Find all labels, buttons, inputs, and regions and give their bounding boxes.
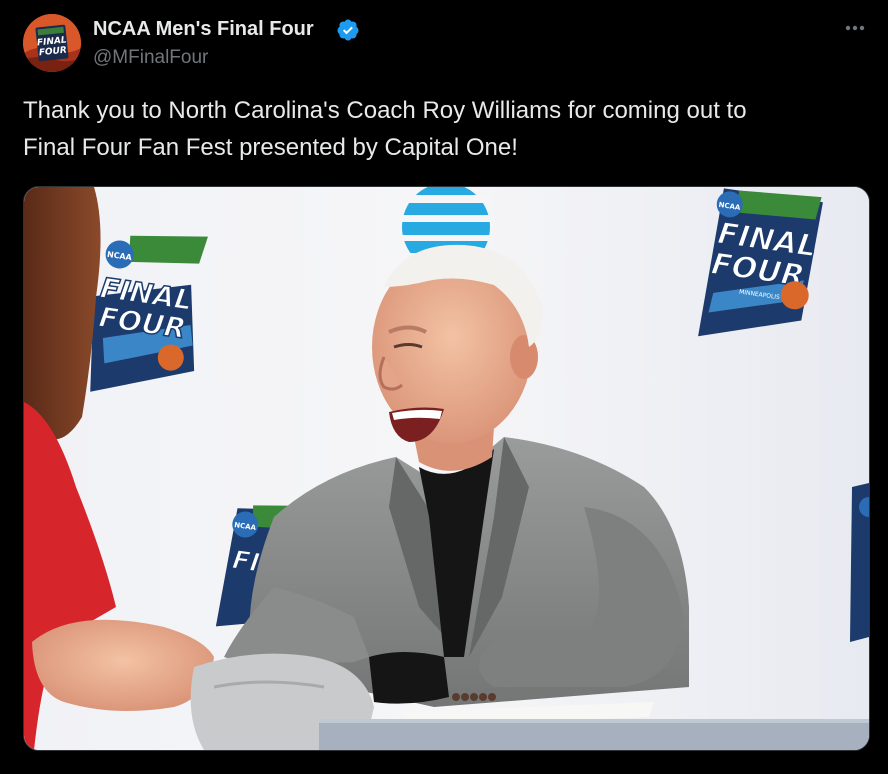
- tweet-text: Thank you to North Carolina's Coach Roy …: [23, 97, 747, 161]
- tweet-card: FINAL FOUR NCAA Men's Final Four @MFinal…: [0, 0, 888, 774]
- author-handle[interactable]: @MFinalFour: [93, 47, 208, 69]
- more-options-icon: [845, 25, 865, 31]
- tweet-photo[interactable]: NCAA FINAL FOUR NCAA FINAL FOUR MINNEAPO…: [23, 186, 870, 751]
- final-four-logo-icon: FINAL FOUR: [23, 14, 81, 72]
- final-four-backdrop-logo-edge: [850, 483, 869, 642]
- author-display-name[interactable]: NCAA Men's Final Four: [93, 17, 314, 41]
- verified-badge-icon: [337, 19, 359, 41]
- avatar[interactable]: FINAL FOUR: [23, 14, 81, 72]
- tweet-photo-image: NCAA FINAL FOUR NCAA FINAL FOUR MINNEAPO…: [24, 187, 869, 750]
- more-options-button[interactable]: [838, 14, 872, 42]
